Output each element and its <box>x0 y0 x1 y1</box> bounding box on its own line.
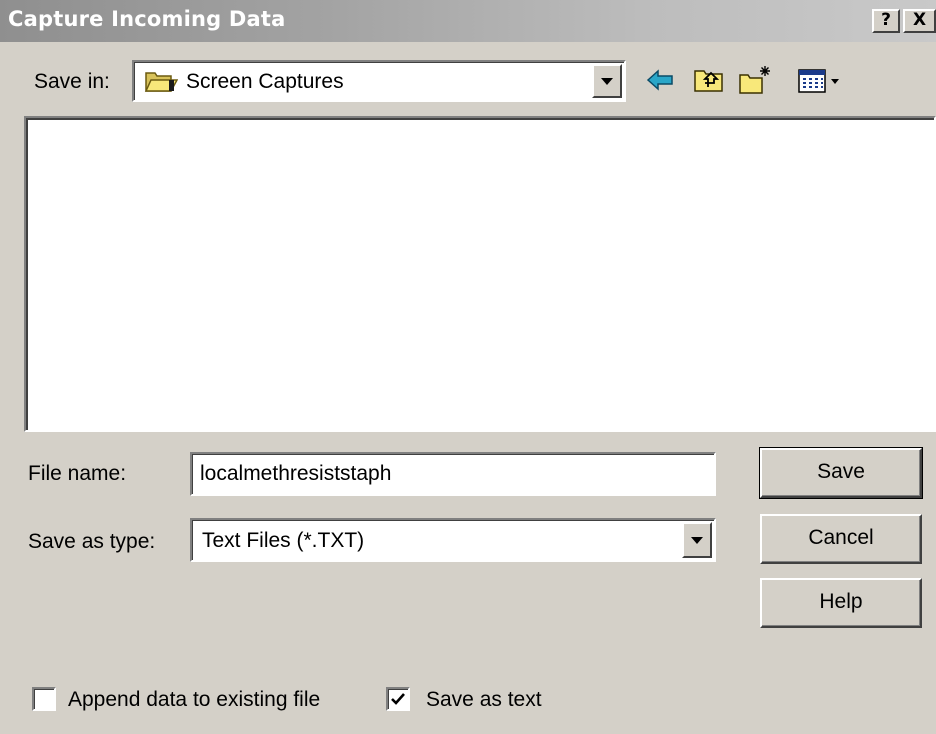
capture-dialog: Capture Incoming Data ? X Save in: Scree… <box>0 0 936 734</box>
title-bar[interactable]: Capture Incoming Data ? X <box>0 0 936 42</box>
save-in-label: Save in: <box>34 70 110 93</box>
save-as-text-checkbox[interactable] <box>386 687 410 711</box>
save-as-type-value: Text Files (*.TXT) <box>202 529 365 552</box>
save-as-type-label: Save as type: <box>28 530 156 553</box>
new-folder-icon[interactable] <box>738 64 772 96</box>
window-title: Capture Incoming Data <box>8 7 286 31</box>
open-folder-icon <box>144 72 178 92</box>
help-button[interactable]: Help <box>760 578 922 628</box>
file-name-label: File name: <box>28 462 127 485</box>
file-name-value: localmethresiststaph <box>200 462 392 485</box>
close-button[interactable]: X <box>903 9 936 33</box>
save-in-dropdown-button[interactable] <box>592 64 622 98</box>
save-as-text-label: Save as text <box>426 688 542 711</box>
cancel-button[interactable]: Cancel <box>760 514 922 564</box>
append-data-label: Append data to existing file <box>68 688 321 711</box>
view-menu-icon[interactable] <box>796 64 850 96</box>
append-data-checkbox[interactable] <box>32 687 56 711</box>
save-in-value: Screen Captures <box>186 70 344 93</box>
save-in-combo[interactable]: Screen Captures <box>132 60 626 102</box>
save-as-type-select[interactable]: Text Files (*.TXT) <box>190 518 716 562</box>
check-mark-icon <box>391 693 405 705</box>
file-name-input[interactable]: localmethresiststaph <box>190 452 716 496</box>
save-button[interactable]: Save <box>759 447 923 499</box>
up-one-level-icon[interactable] <box>692 64 726 96</box>
file-list[interactable] <box>24 116 936 432</box>
save-as-type-dropdown-button[interactable] <box>682 522 712 558</box>
back-arrow-icon[interactable] <box>644 64 678 96</box>
context-help-button[interactable]: ? <box>872 9 900 33</box>
